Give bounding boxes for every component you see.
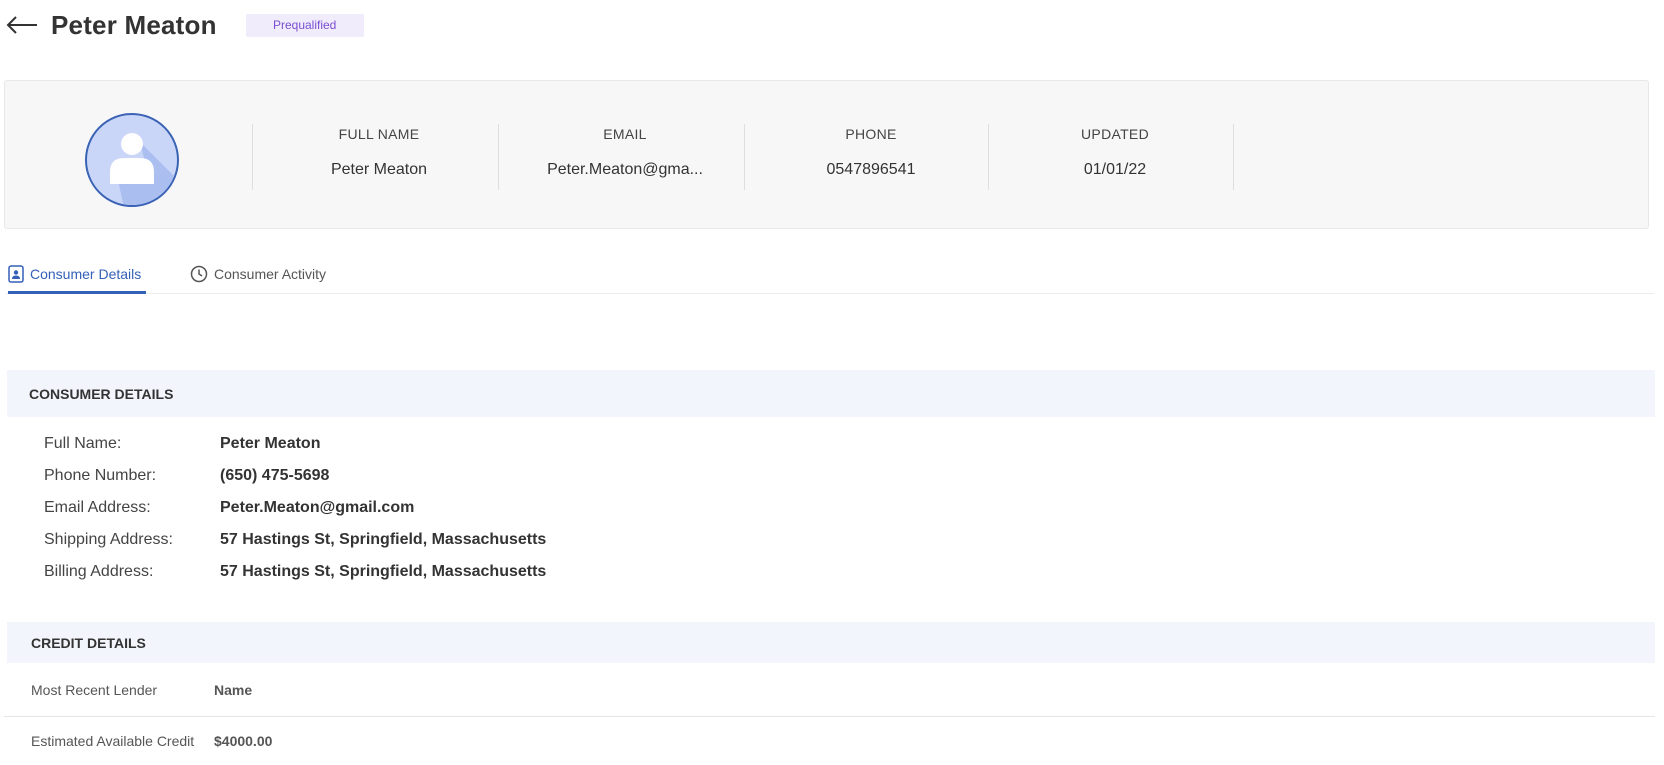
section-header-credit-details: CREDIT DETAILS [7,622,1655,663]
page-header: Peter Meaton Prequalified [6,6,364,44]
summary-field-phone: PHONE 0547896541 [755,126,987,179]
divider [498,124,499,190]
field-value: Peter.Meaton@gma... [547,161,703,178]
summary-field-updated: UPDATED 01/01/22 [999,126,1231,179]
detail-label: Billing Address: [44,563,154,580]
divider [744,124,745,190]
credit-label: Most Recent Lender [31,681,158,698]
credit-row-most-recent-lender: Most Recent Lender Name [4,663,1655,717]
field-label: EMAIL [603,126,647,142]
summary-field-full-name: FULL NAME Peter Meaton [263,126,495,179]
tab-consumer-activity[interactable]: Consumer Activity [190,256,326,292]
divider [1233,124,1234,190]
tab-consumer-details[interactable]: Consumer Details [8,256,146,294]
field-label: UPDATED [1081,126,1149,142]
detail-value: 57 Hastings St, Springfield, Massachuset… [220,563,547,580]
detail-row-full-name: Full Name: Peter Meaton [44,432,320,456]
detail-row-email-address: Email Address: Peter.Meaton@gmail.com [44,496,414,520]
divider [252,124,253,190]
back-button[interactable] [6,9,38,41]
detail-label: Full Name: [44,435,122,452]
field-label: PHONE [845,126,897,142]
detail-row-shipping-address: Shipping Address: 57 Hastings St, Spring… [44,528,546,552]
credit-value: $4000.00 [214,733,273,749]
divider [988,124,989,190]
field-value: 01/01/22 [1083,161,1147,178]
field-value: Peter Meaton [330,161,428,178]
field-label: FULL NAME [338,126,420,142]
tab-bar: Consumer Details Consumer Activity [6,256,1654,294]
detail-row-phone-number: Phone Number: (650) 475-5698 [44,464,329,488]
person-avatar-icon [85,113,179,207]
tab-label: Consumer Activity [214,266,327,282]
consumer-summary-card: FULL NAME Peter Meaton EMAIL Peter.Meato… [4,80,1649,229]
status-badge: Prequalified [245,13,364,37]
credit-row-estimated-available-credit: Estimated Available Credit $4000.00 [4,717,1655,765]
summary-field-email: EMAIL Peter.Meaton@gma... [509,126,741,179]
section-header-consumer-details: CONSUMER DETAILS [7,370,1655,417]
tab-label: Consumer Details [30,265,142,282]
detail-value: Peter.Meaton@gmail.com [220,499,415,516]
detail-value: Peter Meaton [220,435,321,452]
detail-label: Phone Number: [44,467,157,484]
credit-label: Estimated Available Credit [31,733,195,749]
detail-row-billing-address: Billing Address: 57 Hastings St, Springf… [44,560,546,584]
field-value: 0547896541 [826,161,916,178]
clock-icon [190,265,208,283]
detail-value: (650) 475-5698 [220,467,330,484]
arrow-left-icon [6,16,37,34]
detail-label: Shipping Address: [44,531,173,548]
detail-label: Email Address: [44,499,151,516]
detail-value: 57 Hastings St, Springfield, Massachuset… [220,531,547,548]
contact-card-icon [8,264,24,283]
page-title: Peter Meaton [51,9,217,40]
credit-value: Name [214,681,253,698]
